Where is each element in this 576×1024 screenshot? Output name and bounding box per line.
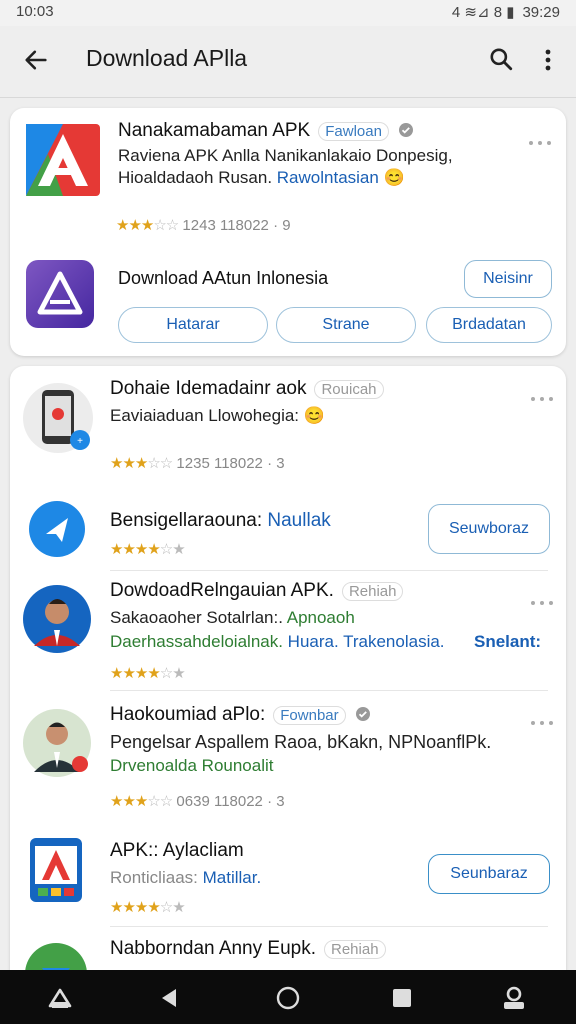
app-developer: Daerhassahdeloialnak. bbox=[110, 632, 288, 651]
app-link[interactable]: Huara. Trakenolasia. bbox=[288, 632, 445, 651]
app-bar: Download APlla bbox=[0, 26, 576, 98]
download-button[interactable]: Seuwboraz bbox=[428, 504, 550, 554]
system-nav-bar bbox=[0, 970, 576, 1024]
list-item[interactable]: DowdoadRelngauian APK. Rehiah Sakaoaoher … bbox=[10, 570, 566, 690]
app-logo-a-icon bbox=[26, 124, 100, 196]
app-logo-triangle-icon bbox=[26, 260, 94, 328]
list-item[interactable]: Bensigellaraouna: Naullak ★★★★☆★ Seuwbor… bbox=[10, 484, 566, 570]
rating-stars: ★★★ bbox=[110, 793, 148, 810]
app-item-download-aatun[interactable]: Download AAtun Inlonesia Neisinr Hatarar… bbox=[10, 248, 566, 356]
home-icon[interactable] bbox=[274, 984, 302, 1012]
app-tag: Rouicah bbox=[314, 380, 384, 399]
back-icon[interactable] bbox=[156, 984, 184, 1012]
send-app-icon bbox=[29, 501, 85, 557]
rating-stars: ★★★★ bbox=[110, 665, 161, 682]
app-rating: ★★★☆☆ 1235 118022 · 3 bbox=[110, 454, 285, 472]
app-title: Nanakamabaman APK bbox=[118, 120, 311, 141]
app-description: Pengelsar Aspallem Raoa, bKakn, NPNoanfl… bbox=[110, 732, 492, 752]
app-subtitle: Sakaoaoher Sotalrlan:. bbox=[110, 608, 287, 627]
app-title: Download AAtun Inlonesia bbox=[118, 268, 329, 288]
search-icon[interactable] bbox=[488, 46, 514, 72]
phone-app-icon: + bbox=[23, 383, 93, 453]
more-vert-icon[interactable] bbox=[538, 46, 558, 74]
download-button[interactable]: Seunbaraz bbox=[428, 854, 550, 894]
rating-meta: 1243 118022 · 9 bbox=[182, 217, 291, 234]
rating-stars: ★★★★ bbox=[110, 541, 161, 558]
select-link[interactable]: Snelant: bbox=[474, 632, 541, 652]
status-clock: 39:29 bbox=[522, 3, 560, 21]
store-home-icon[interactable] bbox=[46, 984, 74, 1012]
status-icons: 4 ≋⊿ 8 ▮ 39:29 bbox=[451, 3, 560, 22]
app-tag: Fownbar bbox=[273, 706, 346, 725]
avatar bbox=[23, 709, 91, 777]
install-button[interactable]: Neisinr bbox=[464, 260, 552, 298]
avatar bbox=[23, 585, 91, 653]
pill-hatarar[interactable]: Hatarar bbox=[118, 307, 268, 343]
page-title: Download APlla bbox=[86, 45, 248, 71]
app-link[interactable]: Apnoaoh bbox=[287, 608, 355, 627]
app-developer: Drvenoalda Rounoalit bbox=[110, 756, 274, 775]
status-bar: 10:03 4 ≋⊿ 8 ▮ 39:29 bbox=[0, 0, 576, 26]
overflow-dots-icon[interactable] bbox=[528, 140, 552, 146]
list-item[interactable]: Haokoumiad aPlo: Fownbar Pengelsar Aspall… bbox=[10, 690, 566, 818]
rating-stars: ★★★ bbox=[110, 455, 148, 472]
app-publisher: Hioaldadaoh Rusan. bbox=[118, 168, 277, 187]
app-logo-a-icon bbox=[30, 838, 82, 902]
account-icon[interactable] bbox=[500, 984, 528, 1012]
app-tag: Fawloan bbox=[318, 122, 389, 141]
app-title: Bensigellaraouna: bbox=[110, 510, 268, 531]
app-link[interactable]: Naullak bbox=[267, 510, 330, 531]
app-title: Dohaie Idemadainr aok bbox=[110, 378, 307, 399]
app-rating: ★★★★☆★ bbox=[110, 664, 186, 682]
back-arrow-icon[interactable] bbox=[22, 46, 50, 74]
list-item[interactable]: APK:: Aylacliam Ronticliaas: Matillar. ★… bbox=[10, 818, 566, 926]
app-rating: ★★★☆☆ 1243 118022 · 9 bbox=[116, 216, 291, 234]
app-tag: Rehiah bbox=[341, 582, 404, 601]
status-time: 10:03 bbox=[16, 3, 54, 20]
app-tag: Rehiah bbox=[324, 940, 386, 959]
rating-meta: 0639 118022 · 3 bbox=[176, 793, 285, 810]
verified-icon bbox=[355, 707, 370, 721]
pill-brdadatan[interactable]: Brdadatan bbox=[426, 307, 552, 343]
status-indicators: 4 ≋⊿ 8 ▮ bbox=[451, 4, 515, 21]
verified-icon bbox=[399, 123, 414, 137]
rating-stars-empty: ☆☆ bbox=[147, 793, 173, 810]
svg-text:+: + bbox=[77, 436, 83, 447]
rating-stars: ★★★ bbox=[116, 217, 154, 234]
overflow-dots-icon[interactable] bbox=[530, 600, 554, 606]
app-link[interactable]: Matillar. bbox=[203, 868, 262, 887]
app-title: DowdoadRelngauian APK. bbox=[110, 580, 334, 601]
pill-strane[interactable]: Strane bbox=[276, 307, 416, 343]
rating-stars-empty: ☆★ bbox=[159, 541, 186, 558]
overflow-dots-icon[interactable] bbox=[530, 720, 554, 726]
app-list: + Dohaie Idemadainr aok Rouicah Eaviaiadu… bbox=[10, 366, 566, 986]
overflow-dots-icon[interactable] bbox=[530, 396, 554, 402]
recents-icon[interactable] bbox=[388, 984, 416, 1012]
app-link[interactable]: Rawolntasian bbox=[277, 168, 379, 187]
app-rating: ★★★★☆★ bbox=[110, 898, 186, 916]
app-item-nanakamabaman[interactable]: Nanakamabaman APK Fawloan Raviena APK Anl… bbox=[10, 108, 566, 248]
app-subtitle: Ronticliaas: bbox=[110, 868, 203, 887]
app-title: APK:: Aylacliam bbox=[110, 840, 244, 861]
list-item[interactable]: + Dohaie Idemadainr aok Rouicah Eaviaiadu… bbox=[10, 366, 566, 484]
smile-emoji-icon: 😊 bbox=[303, 406, 325, 425]
app-title: Haokoumiad aPlo: bbox=[110, 704, 266, 725]
app-rating: ★★★☆☆ 0639 118022 · 3 bbox=[110, 792, 285, 810]
app-description: Raviena APK Anlla Nanikanlakaio Donpesig… bbox=[118, 146, 453, 165]
rating-stars-empty: ☆★ bbox=[159, 665, 186, 682]
rating-stars-empty: ☆☆ bbox=[153, 217, 179, 234]
app-subtitle: Eaviaiaduan Llowohegia: bbox=[110, 406, 300, 425]
smile-emoji-icon: 😊 bbox=[383, 168, 405, 187]
featured-card: Nanakamabaman APK Fawloan Raviena APK Anl… bbox=[10, 108, 566, 356]
rating-meta: 1235 118022 · 3 bbox=[176, 455, 285, 472]
rating-stars-empty: ☆★ bbox=[159, 899, 186, 916]
app-title: Nabborndan Anny Eupk. bbox=[110, 938, 316, 959]
rating-stars-empty: ☆☆ bbox=[147, 455, 173, 472]
app-rating: ★★★★☆★ bbox=[110, 540, 186, 558]
rating-stars: ★★★★ bbox=[110, 899, 161, 916]
